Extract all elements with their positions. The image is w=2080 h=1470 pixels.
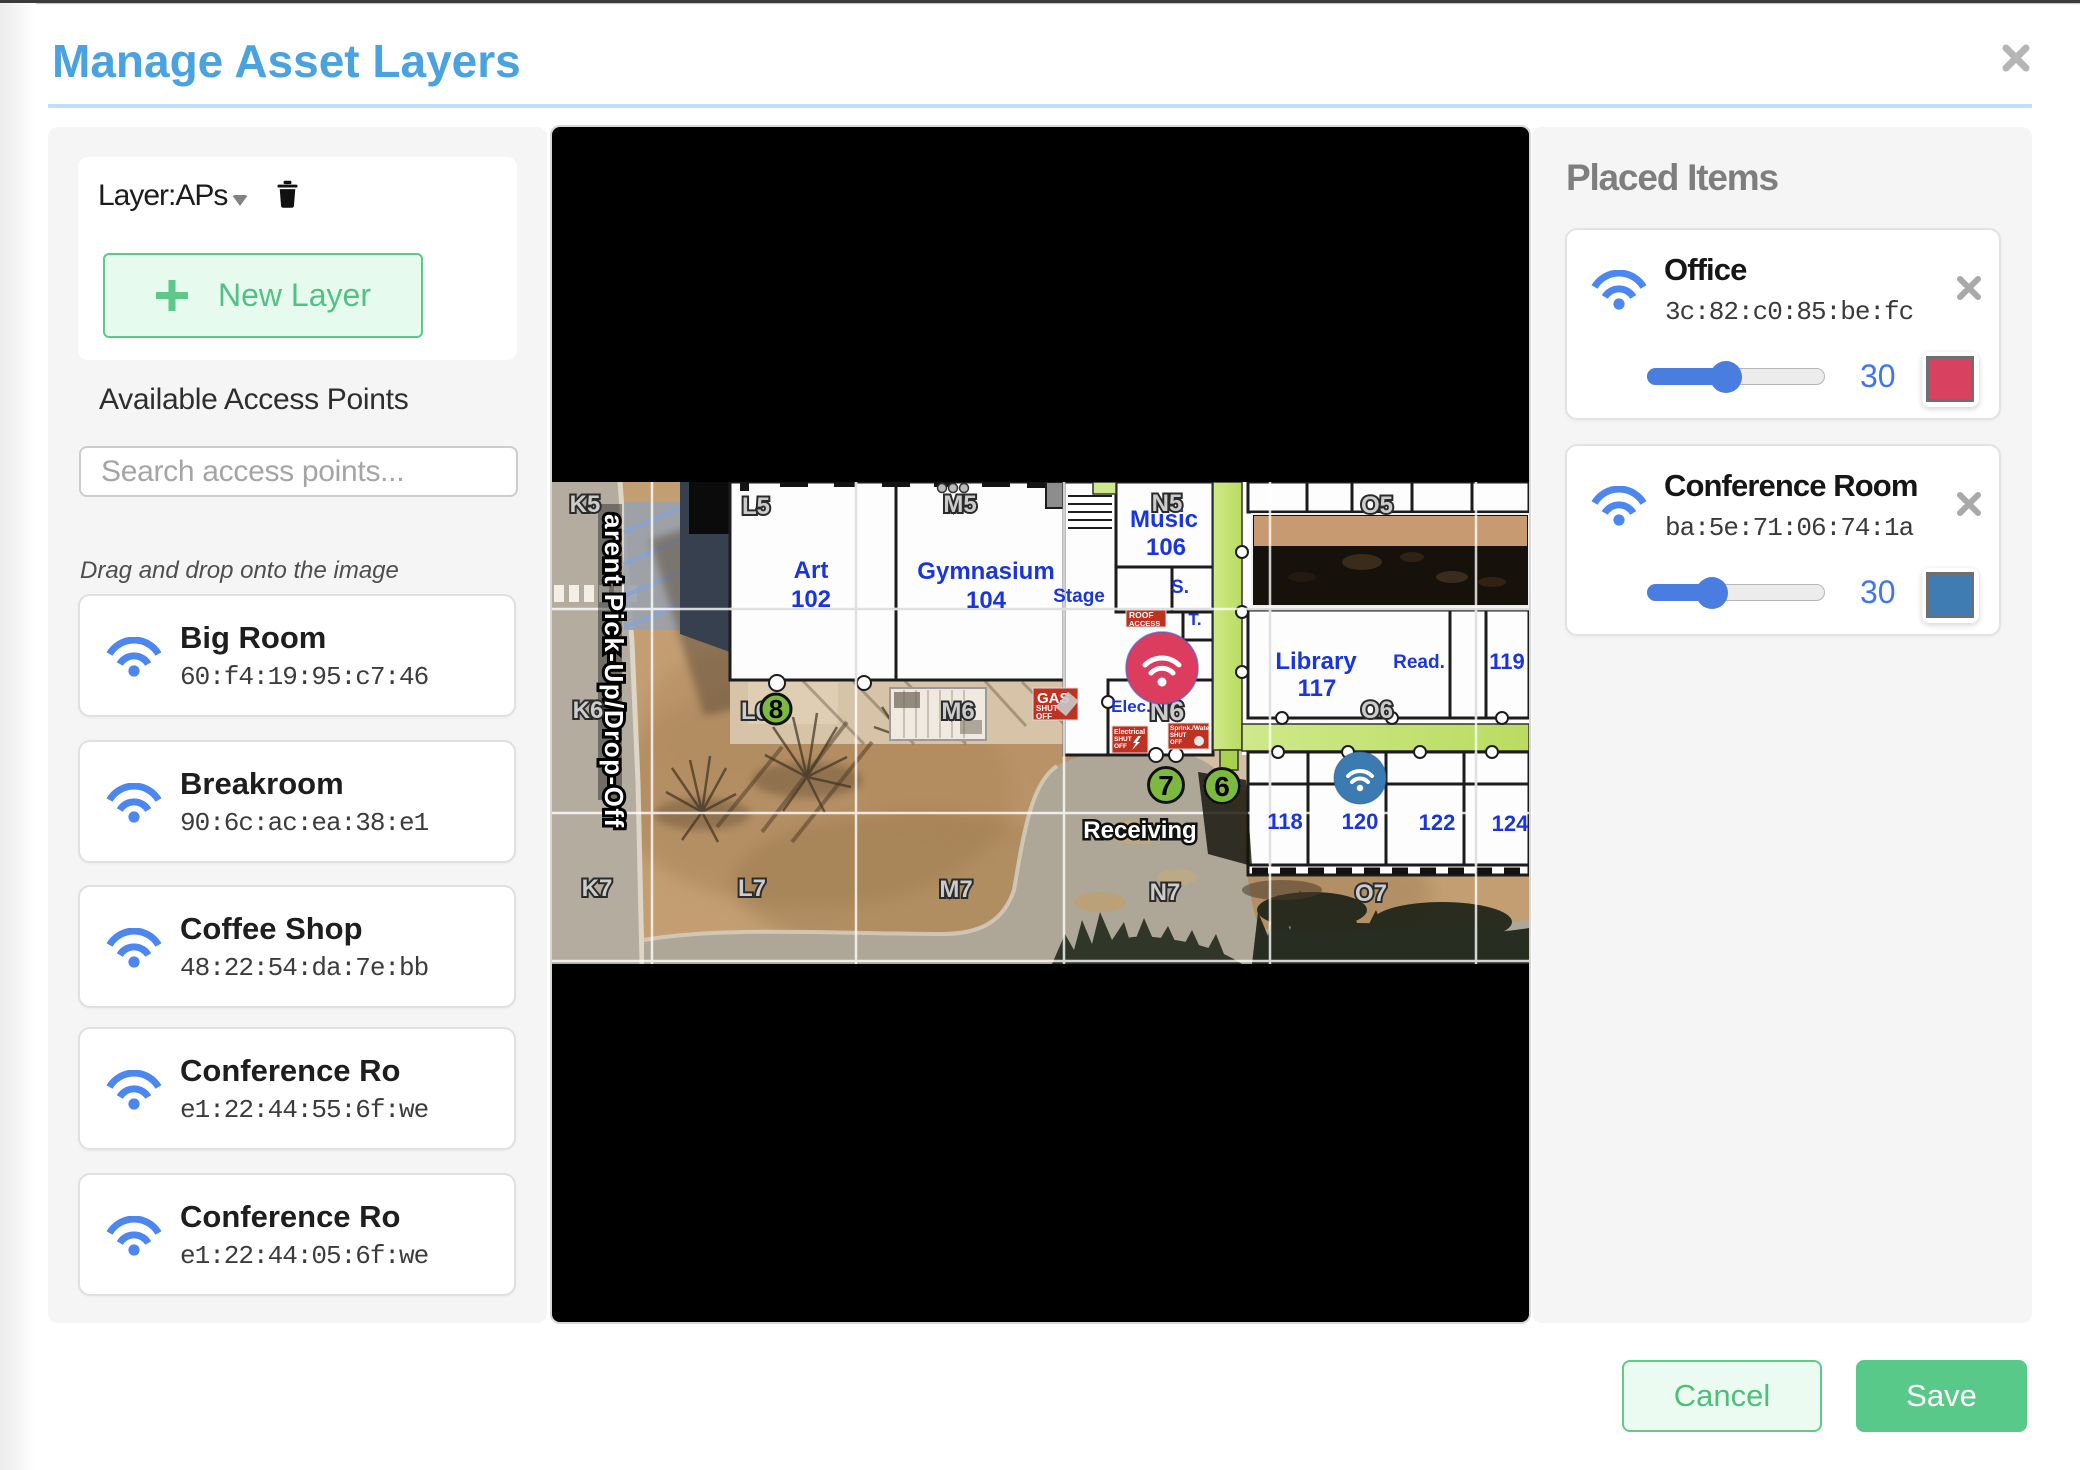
svg-text:O7: O7 [1355,880,1387,907]
svg-text:Gymnasium: Gymnasium [917,558,1054,585]
svg-text:Stage: Stage [1053,586,1105,607]
svg-text:7: 7 [1158,770,1174,801]
svg-text:SHUT: SHUT [1114,736,1132,743]
svg-text:117: 117 [1298,675,1337,702]
svg-text:Art: Art [794,557,829,584]
svg-text:OFF: OFF [1114,743,1127,750]
svg-text:OFF: OFF [1036,712,1052,721]
svg-text:124: 124 [1492,811,1529,836]
svg-text:102: 102 [791,586,831,613]
svg-text:122: 122 [1419,810,1456,835]
svg-text:T.: T. [1188,610,1201,629]
svg-text:L5: L5 [742,493,770,520]
svg-text:Read.: Read. [1393,652,1445,673]
svg-text:106: 106 [1146,534,1186,561]
svg-text:8: 8 [769,694,783,724]
svg-text:K5: K5 [570,491,601,518]
svg-text:Electrical: Electrical [1114,729,1145,736]
svg-text:M6: M6 [941,698,974,725]
svg-text:S.: S. [1171,577,1189,598]
svg-text:K6: K6 [573,697,604,724]
svg-text:O5: O5 [1361,492,1393,519]
svg-text:ACCESS: ACCESS [1129,619,1160,628]
svg-text:119: 119 [1489,649,1525,674]
svg-text:M7: M7 [939,876,972,903]
svg-text:O6: O6 [1361,697,1393,724]
svg-text:Receiving: Receiving [1083,817,1196,844]
svg-text:Sprink./Water: Sprink./Water [1170,725,1212,732]
svg-text:Library: Library [1275,648,1357,675]
svg-text:L7: L7 [738,875,766,902]
svg-text:SHUT: SHUT [1170,733,1187,739]
svg-text:Music: Music [1130,506,1198,533]
svg-text:104: 104 [966,587,1007,614]
svg-text:M5: M5 [943,491,976,518]
svg-text:N7: N7 [1150,879,1181,906]
svg-text:K7: K7 [582,875,613,902]
svg-text:arent Pick-Up/Drop-Off: arent Pick-Up/Drop-Off [599,514,629,829]
svg-text:118: 118 [1267,809,1303,834]
svg-text:120: 120 [1342,809,1379,834]
svg-text:OFF: OFF [1170,740,1182,746]
svg-text:6: 6 [1214,771,1230,802]
